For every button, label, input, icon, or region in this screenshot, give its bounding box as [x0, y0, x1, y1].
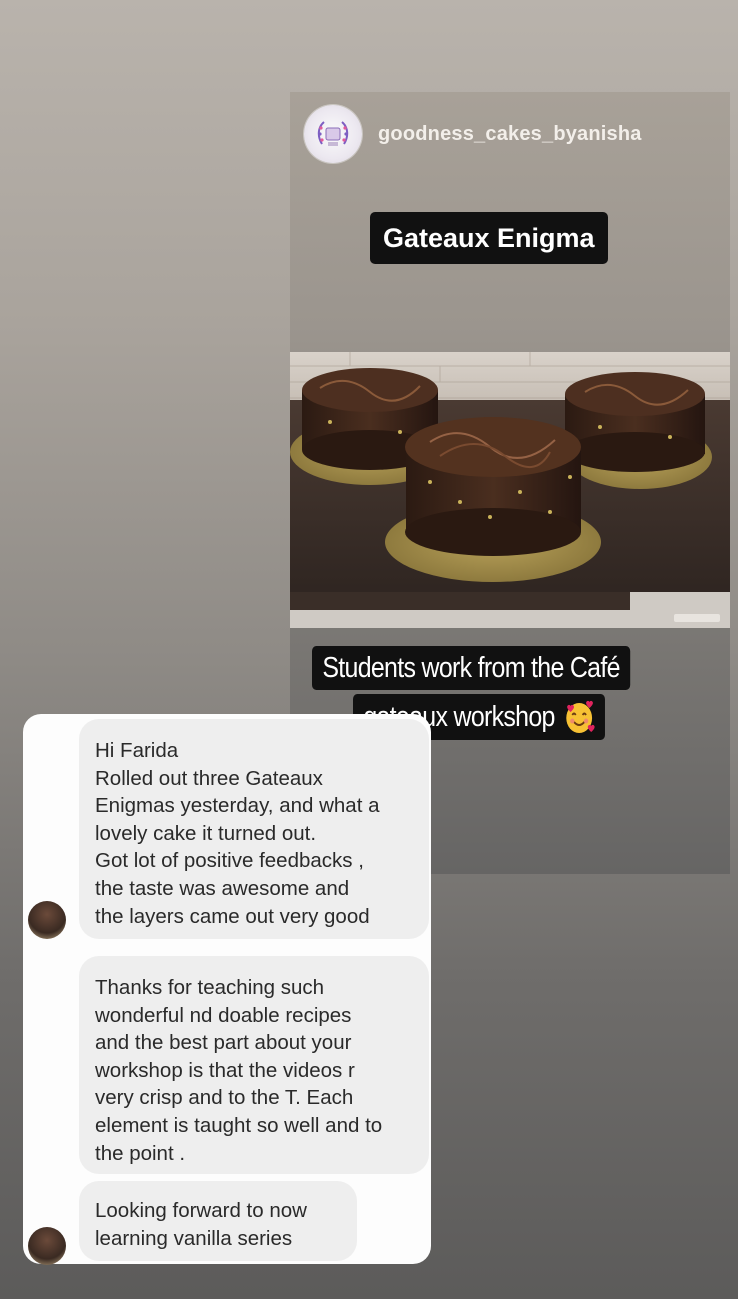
account-username[interactable]: goodness_cakes_byanisha [378, 123, 642, 146]
smiling-face-with-hearts-icon [563, 699, 595, 735]
message-text: Thanks for teaching such wonderful nd do… [95, 976, 383, 1165]
message-bubble: Looking forward to now learning vanilla … [79, 1181, 357, 1261]
sender-avatar [28, 1227, 66, 1265]
message-bubble: Hi Farida Rolled out three Gateaux Enigm… [79, 719, 429, 939]
message-text: Looking forward to now learning vanilla … [95, 1199, 307, 1250]
sender-avatar [28, 901, 66, 939]
story-header[interactable]: goodness_cakes_byanisha [304, 104, 642, 164]
cakes-photo [290, 352, 730, 628]
message-text: Hi Farida Rolled out three Gateaux Enigm… [95, 739, 380, 928]
wreath-logo-icon [317, 121, 349, 146]
account-logo-avatar[interactable] [304, 105, 362, 163]
story-caption-line-1: Students work from the Café [312, 646, 631, 690]
message-bubble: Thanks for teaching such wonderful nd do… [79, 956, 429, 1174]
story-title-tag: Gateaux Enigma [370, 212, 608, 264]
